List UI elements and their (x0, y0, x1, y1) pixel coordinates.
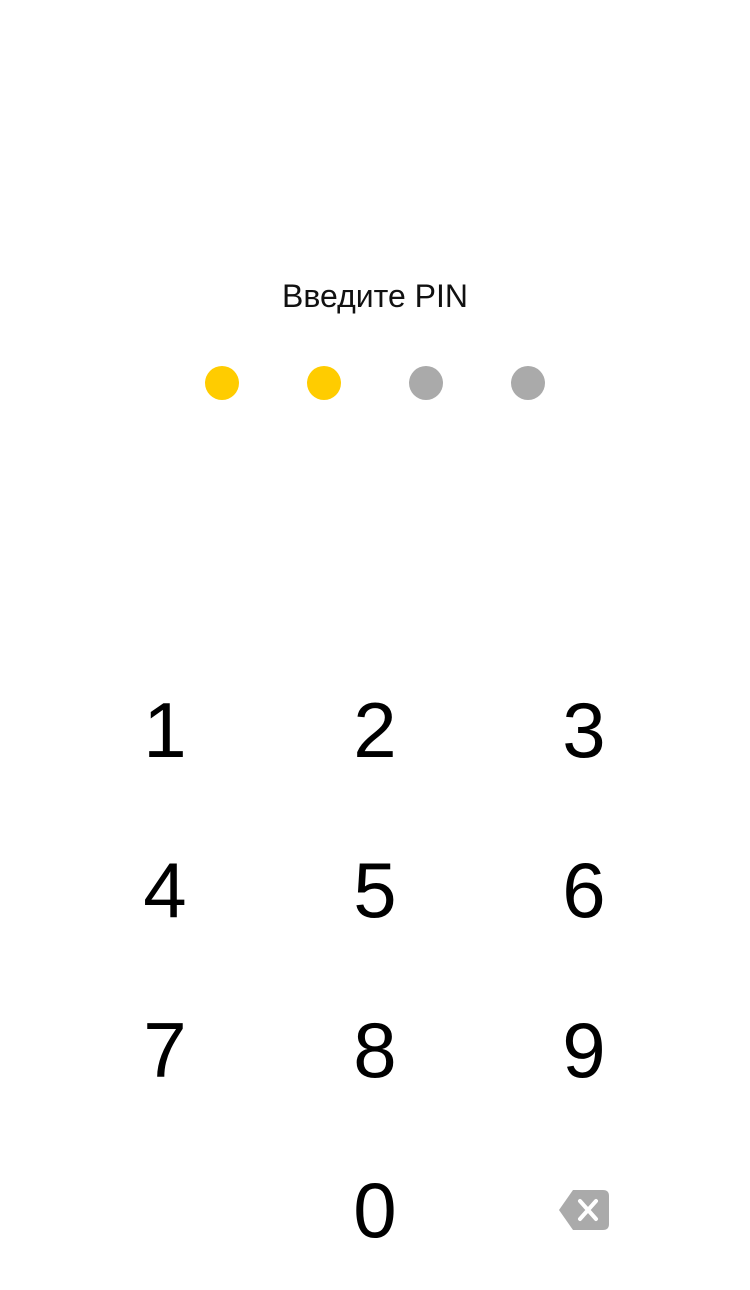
key-9[interactable]: 9 (484, 975, 684, 1125)
key-7[interactable]: 7 (65, 975, 265, 1125)
backspace-button[interactable] (484, 1135, 684, 1285)
key-5[interactable]: 5 (275, 815, 475, 965)
pin-dot-2 (307, 366, 341, 400)
pin-prompt-title: Введите PIN (282, 278, 468, 314)
key-2[interactable]: 2 (275, 655, 475, 805)
backspace-icon (559, 1190, 609, 1230)
pin-indicator (205, 366, 545, 400)
key-4[interactable]: 4 (65, 815, 265, 965)
pin-dot-1 (205, 366, 239, 400)
pin-entry-screen: Введите PIN 1 2 3 4 5 6 7 8 9 0 (0, 0, 750, 1290)
key-3[interactable]: 3 (484, 655, 684, 805)
numeric-keypad: 1 2 3 4 5 6 7 8 9 0 (0, 650, 750, 1290)
pin-dot-4 (511, 366, 545, 400)
key-1[interactable]: 1 (65, 655, 265, 805)
pin-dot-3 (409, 366, 443, 400)
key-8[interactable]: 8 (275, 975, 475, 1125)
key-0[interactable]: 0 (275, 1135, 475, 1285)
backspace-shape (559, 1190, 609, 1230)
key-6[interactable]: 6 (484, 815, 684, 965)
